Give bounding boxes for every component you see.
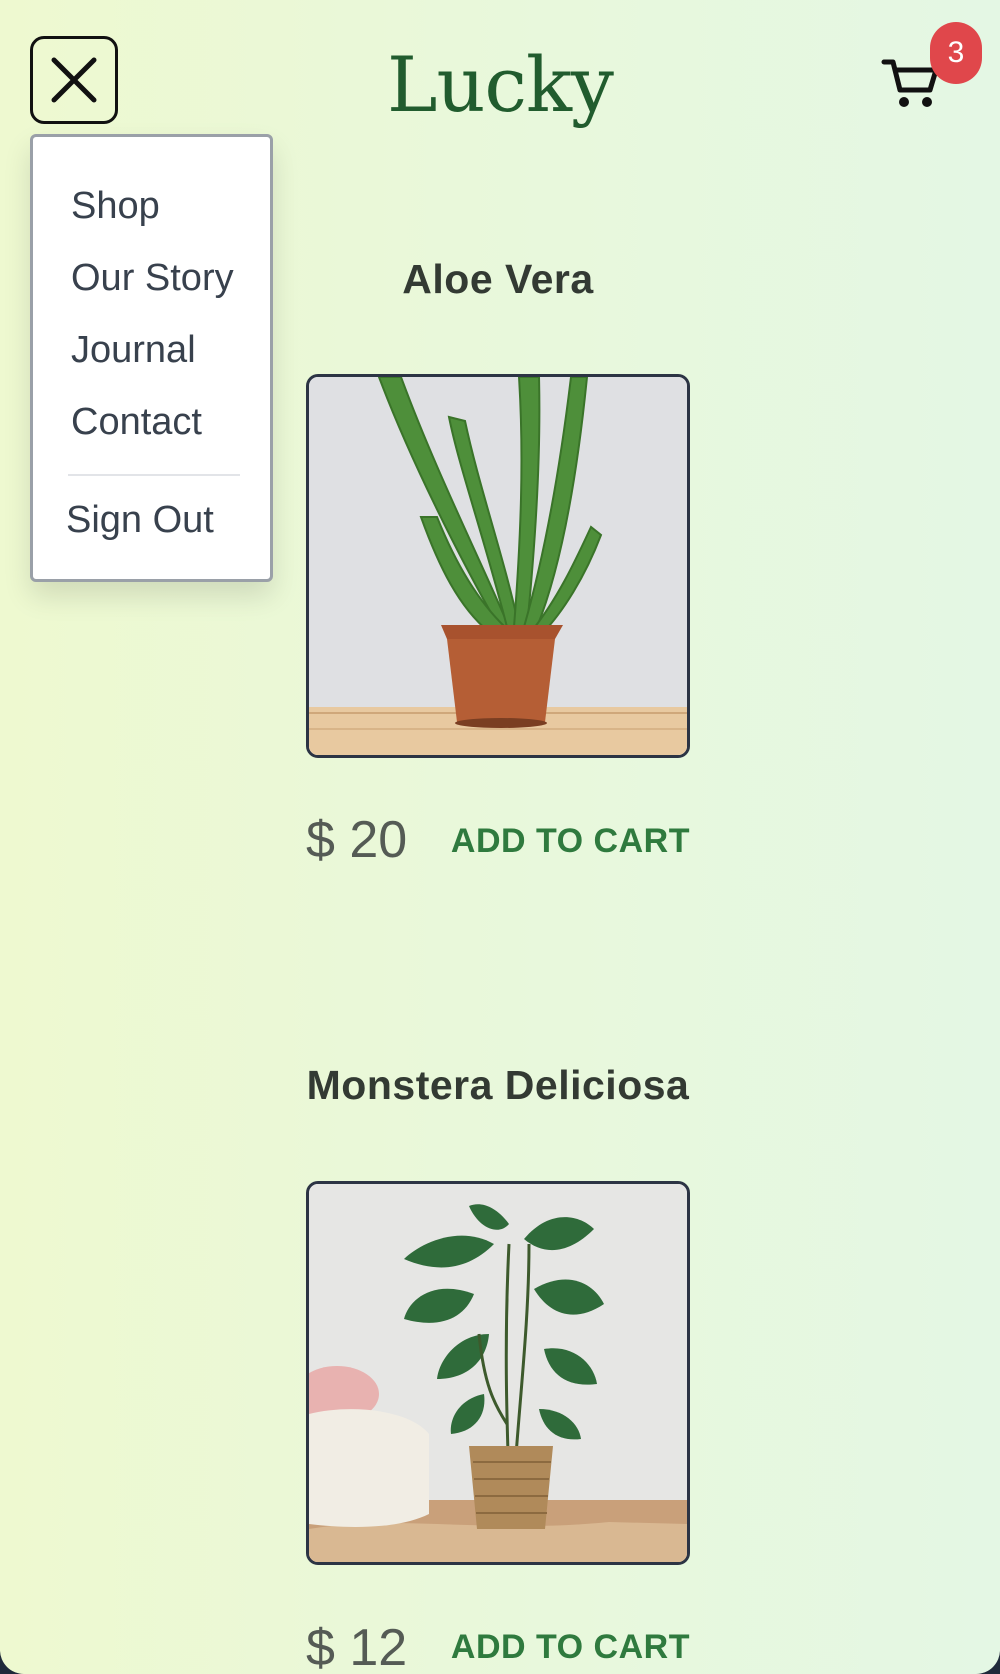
sign-out-link[interactable]: Sign Out	[66, 499, 214, 542]
add-to-cart-button[interactable]: ADD TO CART	[451, 1628, 690, 1667]
menu-divider	[68, 474, 240, 476]
product-price: $ 12	[306, 1619, 408, 1674]
product-image-aloe-vera[interactable]	[306, 374, 690, 758]
product-price: $ 20	[306, 811, 408, 869]
page: Lucky 3 Shop Our Story Journal Contact S…	[0, 0, 1000, 1674]
product-title: Aloe Vera	[402, 256, 594, 302]
menu-item-our-story[interactable]: Our Story	[71, 257, 234, 300]
add-to-cart-button[interactable]: ADD TO CART	[451, 822, 690, 861]
menu-item-shop[interactable]: Shop	[71, 185, 160, 228]
cart-count-badge: 3	[930, 22, 982, 84]
nav-dropdown-menu: Shop Our Story Journal Contact Sign Out	[30, 134, 273, 582]
brand-logo[interactable]: Lucky	[0, 40, 1000, 129]
product-image-monstera-deliciosa[interactable]	[306, 1181, 690, 1565]
menu-item-contact[interactable]: Contact	[71, 401, 202, 444]
product-title: Monstera Deliciosa	[306, 1062, 690, 1108]
menu-item-journal[interactable]: Journal	[71, 329, 196, 372]
